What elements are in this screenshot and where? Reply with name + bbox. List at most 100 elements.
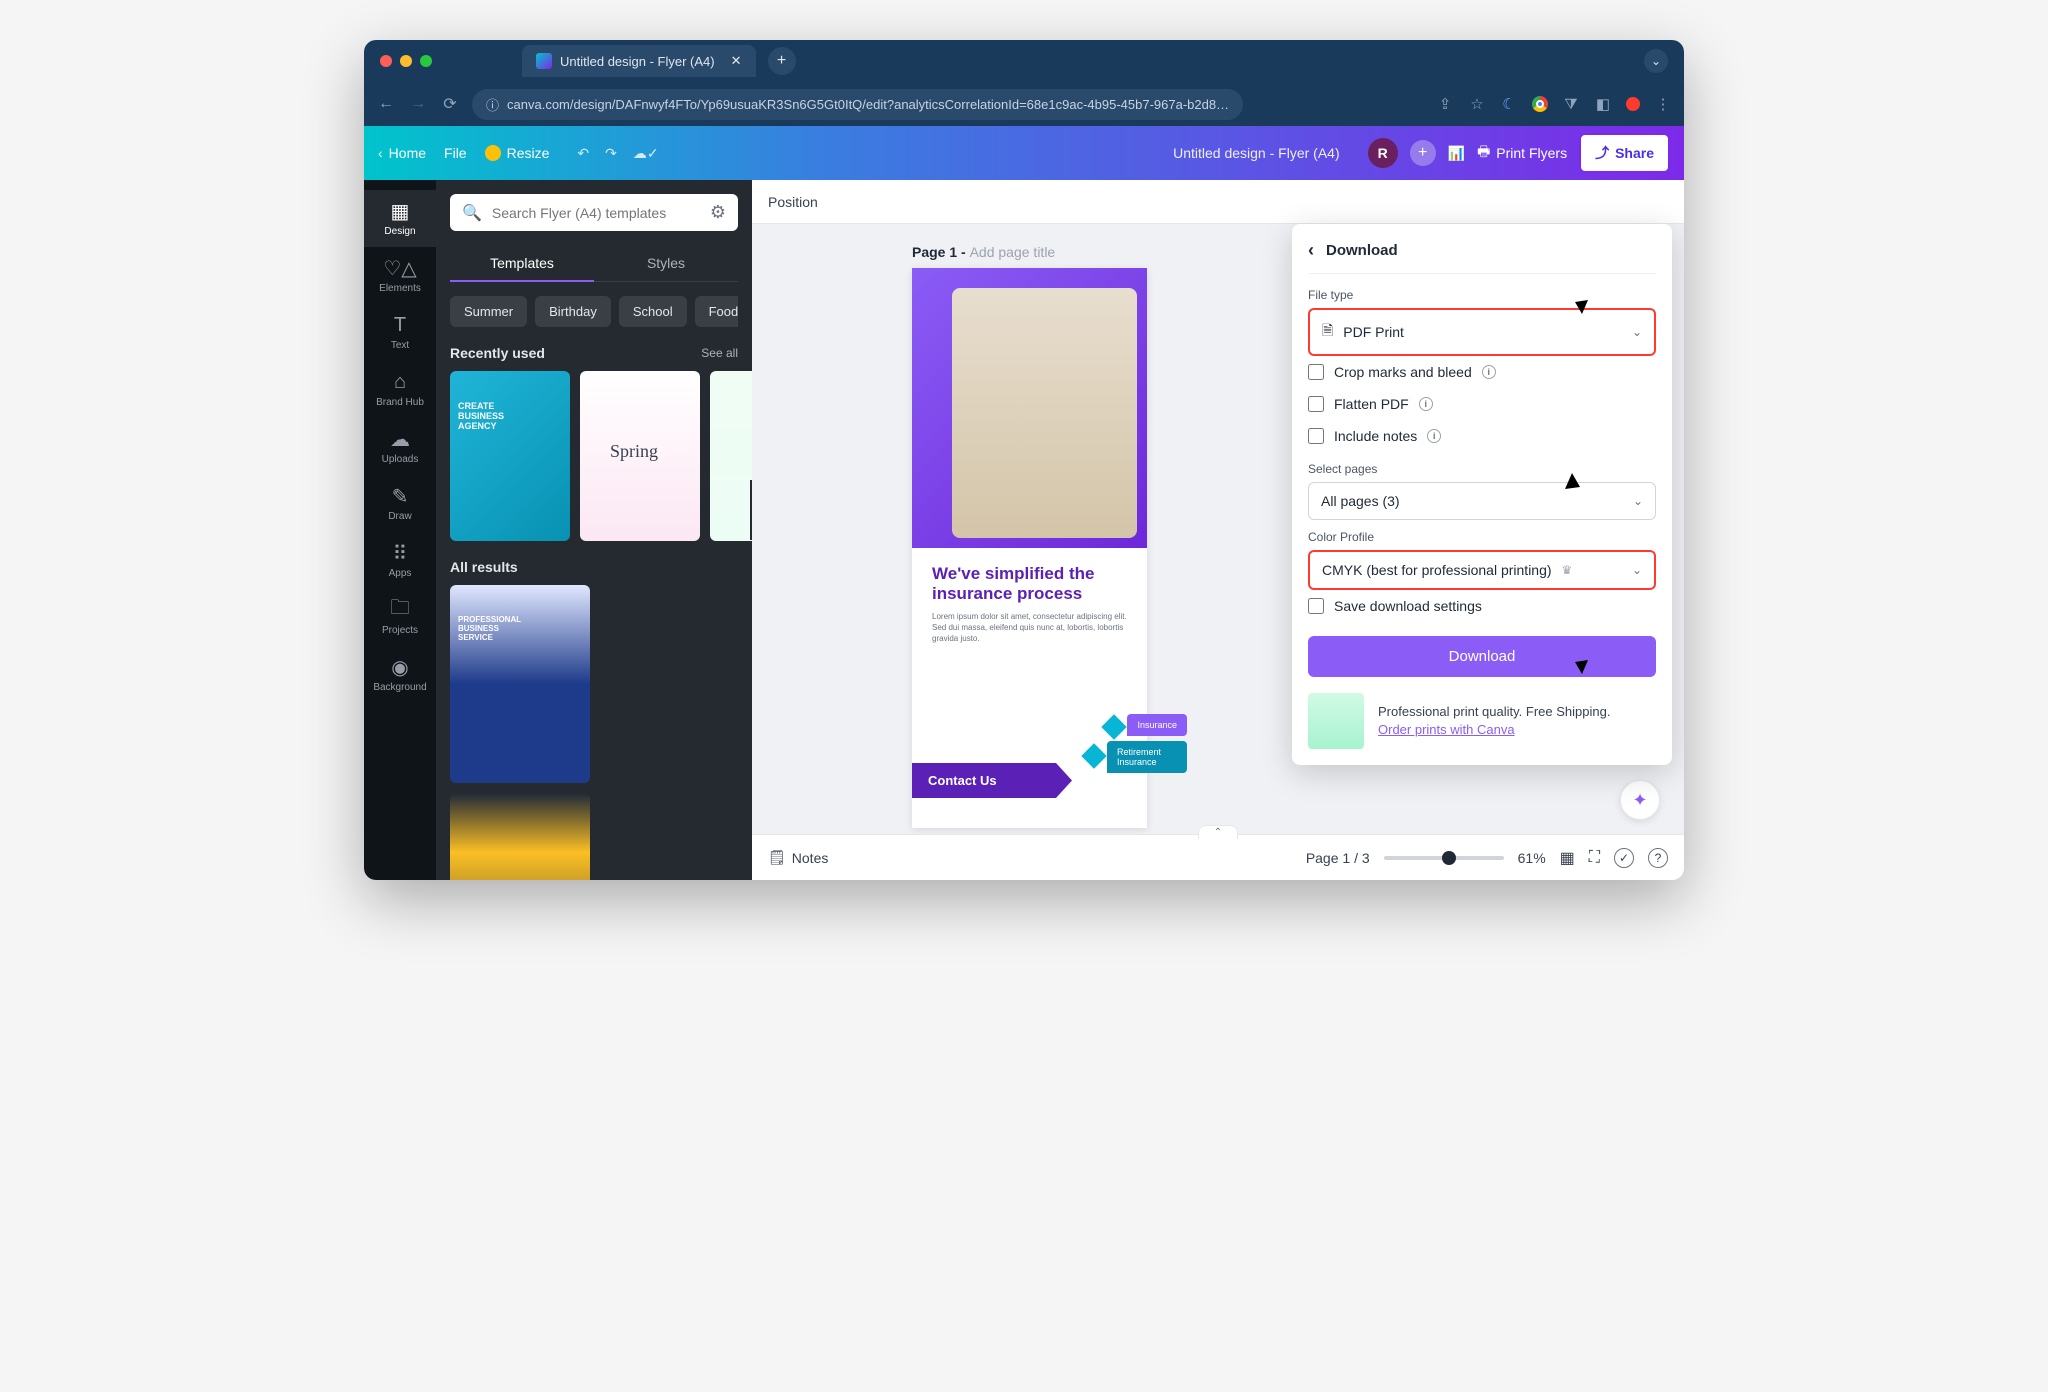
bookmark-icon[interactable]: ☆ [1468,95,1486,113]
search-input[interactable] [492,205,700,221]
zoom-level[interactable]: 61% [1518,850,1546,866]
cloud-sync-icon[interactable]: ☁✓ [633,145,659,162]
template-thumb[interactable] [450,585,590,783]
zoom-slider[interactable] [1384,856,1504,860]
page-indicator[interactable]: Page 1 / 3 [1306,850,1370,866]
template-thumb[interactable] [710,371,752,541]
chevron-left-icon: ‹ [378,145,383,161]
add-collaborator-button[interactable]: + [1410,140,1436,166]
download-title: Download [1326,242,1398,259]
file-menu[interactable]: File [444,145,467,161]
rail-draw[interactable]: ✎Draw [364,475,436,532]
see-all-link[interactable]: See all [701,346,738,360]
promo-thumbnail [1308,693,1364,749]
search-settings-icon[interactable]: ⚙ [710,202,726,223]
expand-pages-handle[interactable]: ⌃ [1198,825,1238,839]
rail-background[interactable]: ◉Background [364,646,436,703]
fullscreen-icon[interactable]: ⛶ [1589,849,1600,867]
save-settings-checkbox[interactable]: Save download settings [1308,590,1656,622]
share-button[interactable]: ⤴ Share [1579,133,1670,173]
canvas-area: Position Page 1 - Add page title We've s… [752,180,1684,880]
minimize-window-icon[interactable] [400,55,412,67]
select-pages-select[interactable]: All pages (3) ⌄ [1308,482,1656,520]
menu-icon[interactable]: ⋮ [1654,95,1672,113]
download-button[interactable]: Download [1308,636,1656,677]
crescent-icon[interactable]: ☾ [1500,95,1518,113]
template-thumb[interactable] [580,371,700,541]
extensions-icon[interactable]: ⧩ [1562,95,1580,113]
info-icon[interactable]: i [1419,397,1433,411]
browser-tab[interactable]: Untitled design - Flyer (A4) ✕ [522,45,756,77]
template-search[interactable]: 🔍 ⚙ [450,194,738,231]
maximize-window-icon[interactable] [420,55,432,67]
file-type-select[interactable]: 🗎 PDF Print ⌄ [1308,308,1656,356]
chip-school[interactable]: School [619,296,687,327]
color-profile-select[interactable]: CMYK (best for professional printing) ♛ … [1308,550,1656,590]
rail-text[interactable]: TText [364,304,436,361]
tabs-dropdown-icon[interactable]: ⌄ [1644,49,1668,73]
analytics-icon[interactable]: 📊 [1448,145,1465,162]
design-page[interactable]: We've simplified the insurance process L… [912,268,1147,828]
brand-icon: ⌂ [394,371,406,393]
flyer-photo [952,288,1137,538]
url-text: canva.com/design/DAFnwyf4FTo/Yp69usuaKR3… [507,97,1229,112]
chip-birthday[interactable]: Birthday [535,296,611,327]
url-field[interactable]: ⓘ canva.com/design/DAFnwyf4FTo/Yp69usuaK… [472,89,1243,120]
include-notes-checkbox[interactable]: Include notes i [1308,420,1656,452]
flatten-pdf-checkbox[interactable]: Flatten PDF i [1308,388,1656,420]
resize-button[interactable]: Resize [485,145,550,161]
chrome-icon[interactable] [1532,96,1548,112]
site-info-icon[interactable]: ⓘ [486,95,499,114]
notes-button[interactable]: 🗒 Notes [768,849,828,866]
flyer-headline: We've simplified the insurance process [912,548,1147,611]
share-page-icon[interactable]: ⇪ [1436,95,1454,113]
print-promo: Professional print quality. Free Shippin… [1308,693,1656,749]
sidepanel-icon[interactable]: ◧ [1594,95,1612,113]
rail-design[interactable]: ▦Design [364,190,436,247]
rail-apps[interactable]: ⠿Apps [364,532,436,589]
close-window-icon[interactable] [380,55,392,67]
tab-templates[interactable]: Templates [450,245,594,281]
home-button[interactable]: ‹ Home [378,145,426,161]
rail-uploads[interactable]: ☁Uploads [364,418,436,475]
search-icon: 🔍 [462,203,482,223]
grid-view-icon[interactable]: ▦ [1560,848,1575,868]
template-thumb[interactable] [450,793,590,880]
info-icon[interactable]: i [1427,429,1441,443]
magic-assist-button[interactable]: ✦ [1620,780,1660,820]
chip-summer[interactable]: Summer [450,296,527,327]
reload-icon[interactable]: ⟳ [440,94,460,114]
redo-icon[interactable]: ↷ [605,145,617,162]
crop-marks-checkbox[interactable]: Crop marks and bleed i [1308,356,1656,388]
projects-icon: 🗀 [390,599,410,621]
check-icon[interactable]: ✓ [1614,848,1634,868]
back-icon[interactable]: ‹ [1308,240,1314,261]
panel-tabs: Templates Styles [450,245,738,282]
forward-icon[interactable]: → [408,95,428,113]
info-icon[interactable]: i [1482,365,1496,379]
close-tab-icon[interactable]: ✕ [731,53,742,69]
new-tab-button[interactable]: + [768,47,796,75]
window-controls[interactable] [380,55,432,67]
chip-food[interactable]: Food [695,296,738,327]
left-rail: ▦Design ♡△Elements TText ⌂Brand Hub ☁Upl… [364,180,436,880]
tab-title: Untitled design - Flyer (A4) [560,54,715,69]
position-button[interactable]: Position [768,194,818,210]
rail-elements[interactable]: ♡△Elements [364,247,436,304]
apps-icon: ⠿ [393,542,408,564]
flyer-contact: Contact Us [912,763,1072,798]
undo-icon[interactable]: ↶ [577,145,589,162]
select-pages-label: Select pages [1308,462,1656,476]
rail-brandhub[interactable]: ⌂Brand Hub [364,361,436,418]
template-thumb[interactable] [450,371,570,541]
rail-projects[interactable]: 🗀Projects [364,589,436,646]
user-avatar[interactable]: R [1368,138,1398,168]
record-icon[interactable] [1626,97,1640,111]
help-icon[interactable]: ? [1648,848,1668,868]
document-title[interactable]: Untitled design - Flyer (A4) [1173,145,1340,161]
back-icon[interactable]: ← [376,95,396,113]
tab-styles[interactable]: Styles [594,245,738,281]
order-prints-link[interactable]: Order prints with Canva [1378,722,1515,737]
print-flyers-button[interactable]: 🖶 Print Flyers [1477,141,1567,165]
app-body: ▦Design ♡△Elements TText ⌂Brand Hub ☁Upl… [364,180,1684,880]
